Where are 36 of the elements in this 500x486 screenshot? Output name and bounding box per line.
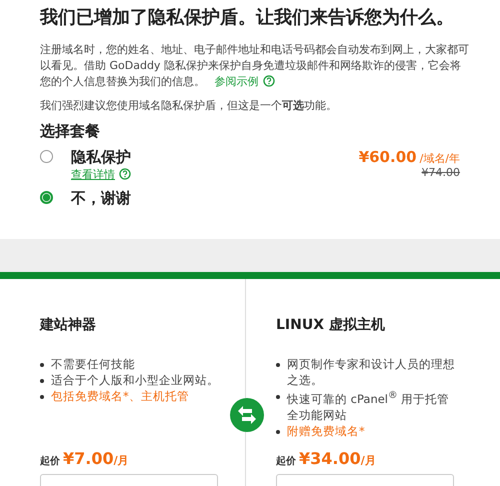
help-icon[interactable]: [262, 75, 274, 87]
bullet-icon: [40, 379, 44, 383]
bullet-icon: [276, 395, 280, 399]
help-icon[interactable]: [119, 168, 131, 180]
bullet-icon: [40, 363, 44, 367]
recommendation-text: 我们强烈建议您使用域名隐私保护盾，但这是一个可选功能。: [40, 98, 338, 114]
feature-text: 网页制作专家和设计人员的理想之选。: [287, 356, 456, 388]
feature-text: 快速可靠的 cPanel$^{®}$ 用于托管全功能网站: [287, 389, 450, 423]
swap-arrows-icon[interactable]: [229, 397, 265, 433]
feature-text: 附赠免费域名*: [287, 422, 365, 439]
bullet-icon: [40, 395, 44, 399]
radio-button[interactable]: [40, 191, 53, 204]
price: ¥7.00: [63, 449, 114, 468]
price-unit: /月: [114, 453, 129, 468]
product-title: LINUX 虚拟主机: [276, 316, 386, 335]
price-unit: /月: [360, 453, 376, 468]
heading: 我们已增加了隐私保护盾。让我们来告诉您为什么。: [40, 6, 455, 30]
price: ¥60.00: [358, 148, 417, 166]
feature-text: 不需要任何技能: [51, 356, 135, 372]
feature-text: 适合于个人版和小型企业网站。: [51, 372, 219, 388]
price-prefix: 起价: [40, 454, 60, 468]
radio-button[interactable]: [40, 150, 53, 163]
product-title: 建站神器: [40, 316, 97, 335]
bullet-icon: [276, 430, 280, 434]
option-label: 不，谢谢: [71, 188, 132, 208]
price-unit: /域名/年: [420, 152, 460, 165]
feature-text: 包括免费域名*、主机托管: [51, 388, 189, 404]
details-link[interactable]: 查看详情: [71, 168, 115, 181]
example-link[interactable]: 参阅示例: [214, 75, 258, 88]
price-prefix: 起价: [276, 454, 296, 468]
price: ¥34.00: [299, 449, 361, 468]
section-title: 选择套餐: [40, 122, 101, 141]
bullet-icon: [276, 363, 280, 367]
option-label: 隐私保护: [71, 147, 132, 167]
intro-paragraph: 注册域名时，您的姓名、地址、电子邮件地址和电话号码都会自动发布到网上，大家都可以看见。借助 GoDaddy 隐私保护来保护自身免遭垃圾邮件和网络欺诈的侵害，它会将您的个人信息替换为我们的信息。 参阅示例: [40, 42, 470, 90]
old-price: ¥74.00: [420, 166, 460, 179]
